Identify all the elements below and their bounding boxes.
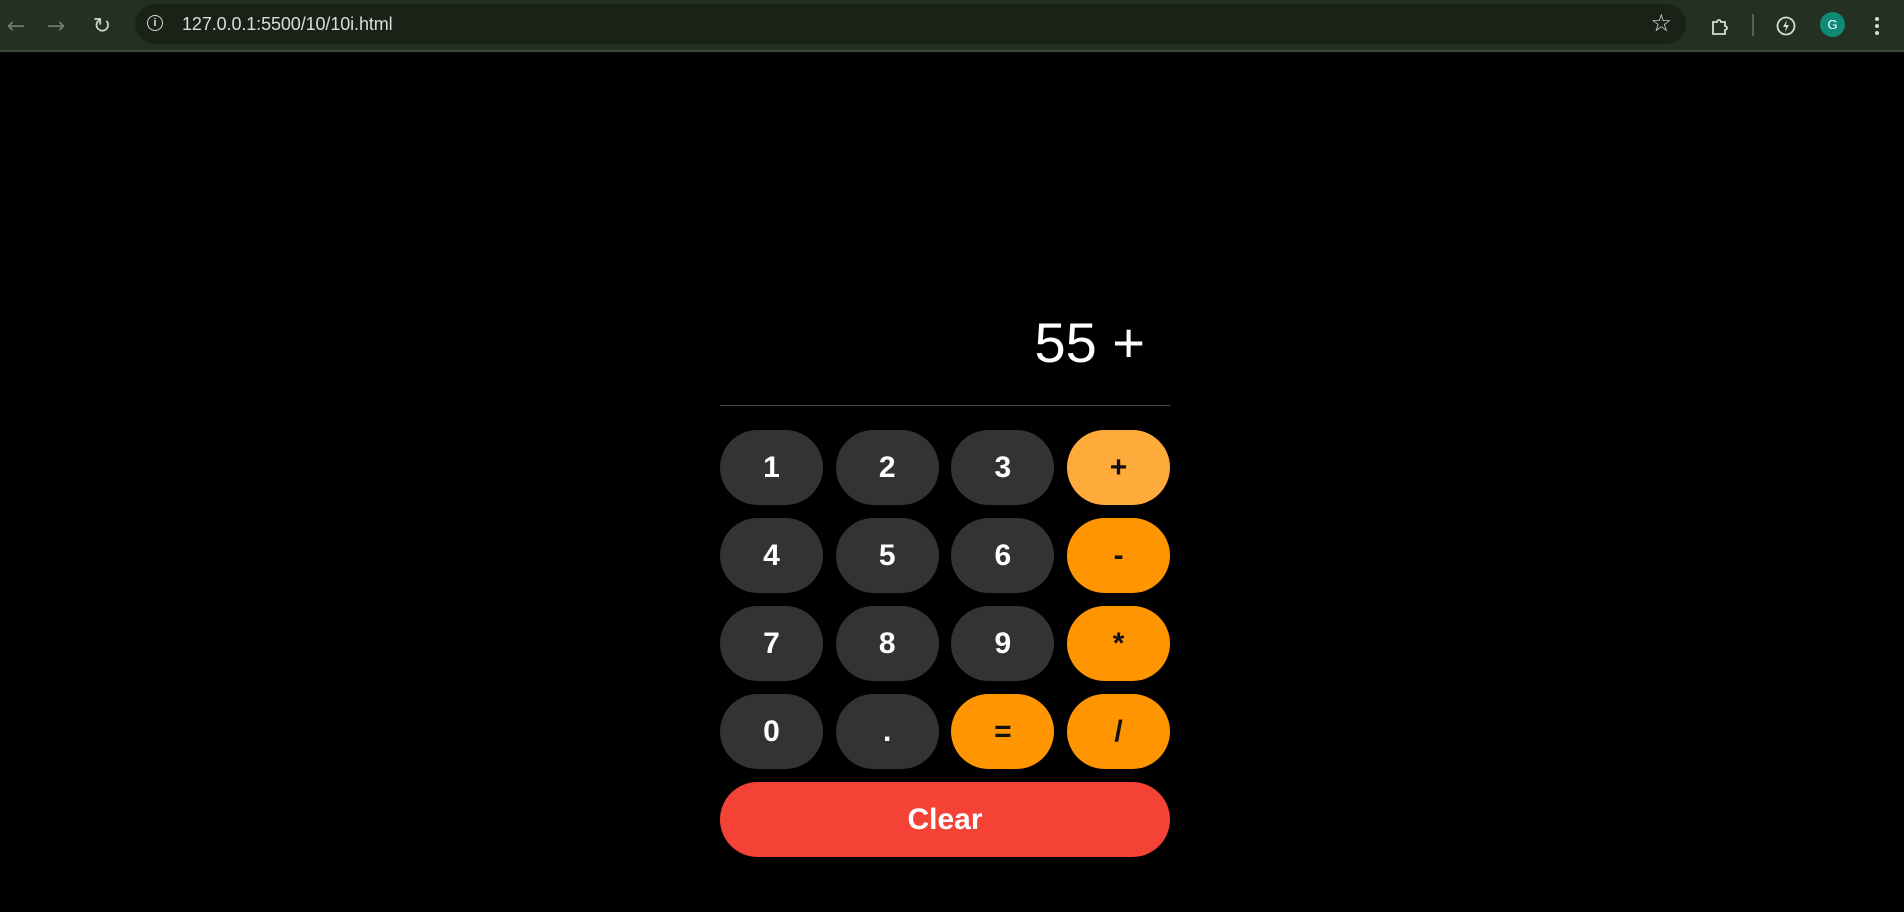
key-8-button[interactable]: 8: [835, 606, 939, 681]
address-bar[interactable]: i 127.0.0.1:5500/10/10i.html ☆: [135, 4, 1686, 44]
key-5-button[interactable]: 5: [835, 518, 939, 593]
key-minus-button[interactable]: -: [1067, 518, 1171, 593]
key-9-button[interactable]: 9: [951, 606, 1055, 681]
key-0-button[interactable]: 0: [720, 694, 823, 769]
key-2-button[interactable]: 2: [835, 430, 939, 505]
extensions-button[interactable]: [1704, 10, 1736, 42]
key-1-button[interactable]: 1: [720, 430, 823, 505]
toolbar-divider: [1752, 14, 1754, 36]
forward-button[interactable]: →: [40, 10, 72, 42]
browser-toolbar: ← → ↻ i 127.0.0.1:5500/10/10i.html ☆ G: [0, 0, 1904, 52]
profile-avatar[interactable]: G: [1820, 12, 1845, 37]
avatar-letter: G: [1827, 17, 1838, 32]
display-value: 55 +: [1034, 311, 1145, 374]
arrow-right-icon: →: [46, 13, 66, 39]
keypad: 1 2 3 +4 5 6- 7 8 9 * 0. = /: [720, 430, 1171, 769]
key-plus-button[interactable]: +: [1067, 430, 1171, 505]
calculator-display: 55 +: [720, 290, 1170, 406]
key-4-button[interactable]: 4: [720, 518, 823, 593]
info-icon[interactable]: i: [147, 15, 163, 31]
key-6-button[interactable]: 6: [951, 518, 1055, 593]
key-decimal-button[interactable]: .: [835, 694, 939, 769]
url-text[interactable]: 127.0.0.1:5500/10/10i.html: [182, 14, 393, 35]
reload-icon: ↻: [92, 13, 112, 39]
kebab-menu-icon: [1875, 17, 1879, 35]
reload-button[interactable]: ↻: [86, 10, 118, 42]
star-icon[interactable]: ☆: [1650, 9, 1672, 37]
lightning-icon: [1776, 16, 1796, 36]
key-divide-button[interactable]: /: [1067, 694, 1171, 769]
key-7-button[interactable]: 7: [720, 606, 823, 681]
key-multiply-button[interactable]: *: [1067, 606, 1171, 681]
back-button[interactable]: ←: [0, 10, 32, 42]
performance-button[interactable]: [1770, 10, 1802, 42]
key-equals-button[interactable]: =: [951, 694, 1055, 769]
calculator: 55 + 1 2 3 +4 5 6- 7 8 9 * 0. = / Clear: [720, 290, 1171, 857]
key-3-button[interactable]: 3: [951, 430, 1055, 505]
clear-button[interactable]: Clear: [720, 782, 1170, 857]
browser-menu-button[interactable]: [1861, 10, 1893, 42]
arrow-left-icon: ←: [6, 13, 26, 39]
puzzle-icon: [1712, 19, 1728, 35]
